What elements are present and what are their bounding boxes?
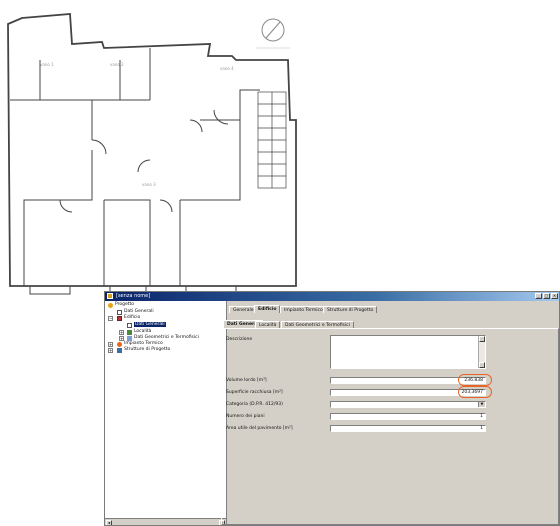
descrizione-textarea[interactable] [330, 335, 486, 369]
tab-dati-geometrici[interactable]: Dati Geometrici e Termofisici [281, 321, 354, 328]
room-label: vano 3 [142, 182, 156, 187]
tree-item-strutture[interactable]: Strutture di Progetto [117, 347, 170, 353]
outer-wall [7, 13, 297, 287]
form-panel: Descrizione Volume lordo [m³] 236.838 Su… [221, 328, 559, 525]
highlight-circle [458, 374, 492, 386]
close-button[interactable]: × [551, 293, 558, 299]
project-icon [108, 302, 113, 308]
numero-piani-input[interactable]: 1 [330, 413, 486, 420]
app-window: [senza nome] _ □ × Progetto Dati General… [104, 291, 560, 526]
tree-item-edificio[interactable]: Edificio [117, 315, 140, 321]
door-arc [189, 119, 203, 133]
scroll-left-button[interactable]: ◂ [106, 520, 112, 525]
inner-wall [103, 199, 151, 286]
highlight-circle [458, 386, 492, 398]
inner-wall [10, 48, 151, 140]
geometry-icon [127, 335, 132, 341]
tree-item-progetto[interactable]: Progetto [108, 302, 134, 308]
door-arc [137, 159, 151, 173]
door-arc [213, 109, 229, 125]
categoria-label: Categoria (D.P.R. 412/93) [226, 402, 283, 407]
room-label: vano 2 [110, 62, 124, 67]
project-icon [107, 293, 113, 299]
scroll-down-button[interactable] [479, 362, 485, 368]
tree-item-edificio-dati-generali[interactable]: Dati Generali [127, 322, 166, 328]
room-label: vano 4 [220, 66, 234, 71]
door-arc [91, 139, 107, 155]
tree-horizontal-scrollbar[interactable]: ◂ ▸ [105, 518, 226, 525]
scroll-up-button[interactable] [479, 336, 485, 342]
structure-icon [117, 347, 122, 353]
inner-wall [179, 89, 260, 286]
expand-toggle[interactable]: + [119, 330, 124, 335]
inner-wall [23, 150, 93, 286]
tab-localita[interactable]: Località [255, 321, 281, 328]
expand-toggle[interactable]: + [108, 348, 113, 353]
tab-edificio[interactable]: Edificio [254, 305, 281, 313]
descrizione-scrollbar[interactable] [478, 336, 485, 368]
location-icon [127, 329, 132, 335]
minimize-button[interactable]: _ [535, 293, 542, 299]
chevron-down-icon[interactable]: ▼ [478, 402, 485, 407]
floor-plan: vano 1 vano 2 vano 3 vano 4 [7, 13, 297, 295]
area-utile-input[interactable]: 1 [330, 425, 486, 432]
room-label: vano 1 [40, 62, 54, 67]
collapse-toggle[interactable]: − [108, 316, 113, 321]
building-icon [117, 315, 122, 321]
superficie-label: Superficie racchiusa [m²] [226, 390, 283, 395]
document-icon [127, 322, 132, 328]
maximize-button[interactable]: □ [543, 293, 550, 299]
numero-piani-label: Numero dei piani [226, 414, 265, 419]
heating-icon [117, 341, 122, 347]
tab-strutture-di-progetto[interactable]: Strutture di Progetto [323, 306, 378, 313]
area-utile-label: Area utile del pavimento [m²] [226, 426, 293, 431]
title-bar[interactable]: [senza nome] _ □ × [105, 292, 559, 301]
categoria-select[interactable]: ▼ [330, 401, 486, 408]
document-icon [117, 309, 122, 315]
project-tree[interactable]: Progetto Dati Generali − Edificio Dati G… [105, 301, 227, 525]
door-arc [159, 199, 173, 213]
tab-impianto-termico[interactable]: Impianto Termico [280, 306, 327, 313]
volume-lordo-label: Volume lordo [m³] [226, 378, 267, 383]
window-title: [senza nome] [116, 293, 151, 299]
door-arc [59, 199, 73, 213]
descrizione-label: Descrizione [226, 337, 253, 342]
staircase [257, 91, 287, 189]
expand-toggle[interactable]: + [108, 342, 113, 347]
